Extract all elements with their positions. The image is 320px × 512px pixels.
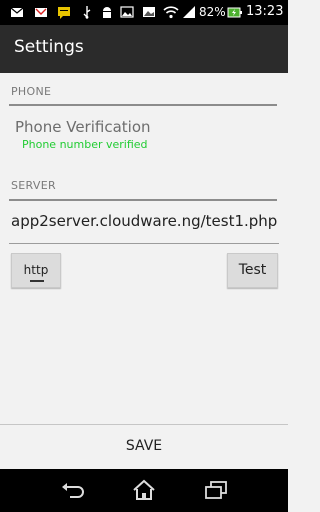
test-button[interactable]: Test	[227, 253, 278, 288]
android-debug-icon	[103, 7, 111, 18]
battery-percentage: 82%	[199, 5, 226, 19]
mail-icon	[10, 7, 24, 17]
phone-section-header: PHONE	[11, 85, 52, 98]
server-url-field[interactable]: app2server.cloudware.ng/test1.php	[9, 200, 279, 244]
navigation-bar	[0, 469, 288, 512]
page-title: Settings	[14, 37, 84, 57]
wifi-icon	[163, 6, 179, 19]
phone-section-divider	[9, 104, 277, 106]
signal-icon	[183, 6, 195, 18]
server-url-value: app2server.cloudware.ng/test1.php	[11, 212, 278, 230]
phone-verification-status: Phone number verified	[22, 138, 148, 151]
phone-verification-title: Phone Verification	[15, 118, 151, 136]
action-bar: Settings	[0, 25, 288, 73]
status-bar: 82% 13:23	[0, 0, 288, 25]
save-button-label: SAVE	[125, 438, 163, 454]
gmail-icon	[35, 8, 47, 17]
test-button-label: Test	[238, 262, 267, 278]
home-icon[interactable]	[131, 479, 157, 501]
protocol-label: http	[23, 263, 49, 277]
save-button[interactable]: SAVE	[0, 425, 288, 469]
recent-apps-icon[interactable]	[203, 479, 229, 501]
server-section-header: SERVER	[11, 179, 56, 192]
battery-charging-icon	[227, 7, 242, 18]
usb-icon	[83, 6, 91, 19]
toggle-indicator	[30, 280, 44, 282]
screenshot-icon	[143, 7, 155, 17]
message-icon	[58, 7, 70, 19]
image-icon	[120, 6, 134, 18]
back-icon[interactable]	[60, 479, 86, 501]
protocol-toggle-button[interactable]: http	[11, 253, 61, 288]
status-clock: 13:23	[246, 4, 284, 19]
